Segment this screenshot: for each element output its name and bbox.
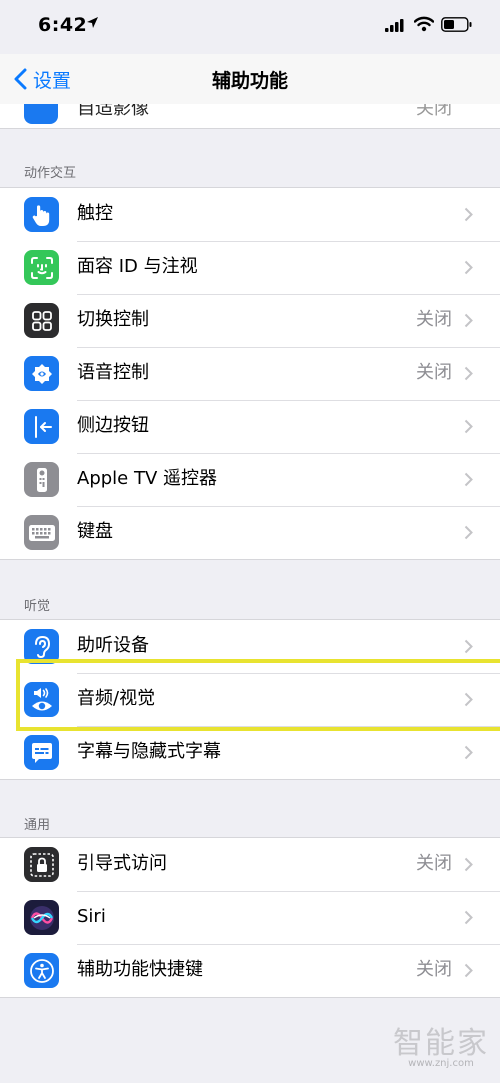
siri-icon [24, 900, 59, 935]
watermark: 智能家 www.znj.com [386, 1018, 496, 1069]
adaptive-media-icon [24, 104, 58, 124]
chevron-right-icon [464, 313, 473, 328]
touch-hand-icon [24, 197, 59, 232]
settings-row-hearing-devices[interactable]: 助听设备 [0, 620, 500, 673]
chevron-right-icon [464, 472, 473, 487]
chevron-right-icon [464, 857, 473, 872]
row-label: 侧边按钮 [77, 415, 149, 436]
settings-group-interaction: 触控 面容 ID 与注视 切换控制 关闭 语音控制 关闭 侧边按钮 Apple … [0, 187, 500, 560]
row-label: 键盘 [77, 521, 113, 542]
wifi-icon [414, 16, 434, 32]
chevron-right-icon [464, 525, 473, 540]
settings-row-accessibility-shortcut[interactable]: 辅助功能快捷键 关闭 [0, 944, 500, 997]
row-label: 切换控制 [77, 309, 149, 330]
keyboard-icon [24, 515, 59, 550]
settings-group-hearing: 助听设备 音频/视觉 字幕与隐藏式字幕 [0, 619, 500, 780]
settings-row-subtitles[interactable]: 字幕与隐藏式字幕 [0, 726, 500, 779]
row-label: 引导式访问 [77, 853, 167, 874]
chevron-right-icon [464, 963, 473, 978]
partial-row-value: 关闭 [416, 104, 452, 119]
audio-visual-icon [24, 682, 59, 717]
chevron-right-icon [464, 366, 473, 381]
settings-row-voice-control[interactable]: 语音控制 关闭 [0, 347, 500, 400]
row-label: 辅助功能快捷键 [77, 959, 203, 980]
row-label: 音频/视觉 [77, 688, 156, 709]
tv-remote-icon [24, 462, 59, 497]
partial-row-label: 自适影像 [77, 104, 149, 119]
chevron-right-icon [464, 207, 473, 222]
side-button-icon [24, 409, 59, 444]
list-item-partial[interactable]: 自适影像 关闭 [0, 104, 500, 129]
subtitles-icon [24, 735, 59, 770]
navigation-bar: 设置 辅助功能 [0, 54, 500, 104]
settings-row-audio-visual[interactable]: 音频/视觉 [0, 673, 500, 726]
settings-row-face-id[interactable]: 面容 ID 与注视 [0, 241, 500, 294]
location-arrow-icon [87, 17, 98, 28]
face-id-icon [24, 250, 59, 285]
section-header-interaction: 动作交互 [24, 166, 77, 181]
settings-row-side-button[interactable]: 侧边按钮 [0, 400, 500, 453]
row-label: 触控 [77, 203, 113, 224]
accessibility-shortcut-icon [24, 953, 59, 988]
row-label: 助听设备 [77, 635, 149, 656]
settings-row-keyboard[interactable]: 键盘 [0, 506, 500, 559]
watermark-logo-text: 智能家 [393, 1026, 489, 1061]
switch-control-icon [24, 303, 59, 338]
row-label: 字幕与隐藏式字幕 [77, 741, 221, 762]
cellular-signal-icon [385, 19, 404, 32]
settings-group-general: 引导式访问 关闭 Siri 辅助功能快捷键 关闭 [0, 837, 500, 998]
chevron-right-icon [464, 639, 473, 654]
row-value: 关闭 [416, 853, 452, 874]
settings-row-touch[interactable]: 触控 [0, 188, 500, 241]
chevron-right-icon [464, 745, 473, 760]
section-header-hearing: 听觉 [24, 599, 51, 614]
voice-control-icon [24, 356, 59, 391]
guided-access-icon [24, 847, 59, 882]
settings-row-apple-tv-remote[interactable]: Apple TV 遥控器 [0, 453, 500, 506]
chevron-right-icon [464, 692, 473, 707]
page-title: 辅助功能 [211, 70, 288, 92]
settings-row-siri[interactable]: Siri [0, 891, 500, 944]
row-label: Siri [77, 906, 106, 927]
ear-icon [24, 629, 59, 664]
row-value: 关闭 [416, 362, 452, 383]
chevron-right-icon [464, 419, 473, 434]
row-value: 关闭 [416, 959, 452, 980]
row-value: 关闭 [416, 309, 452, 330]
section-header-general: 通用 [24, 818, 51, 833]
row-label: Apple TV 遥控器 [77, 468, 217, 489]
status-bar: 6:42 [0, 0, 500, 54]
chevron-right-icon [464, 260, 473, 275]
chevron-right-icon [464, 910, 473, 925]
row-label: 面容 ID 与注视 [77, 256, 198, 277]
status-time: 6:42 [38, 14, 88, 36]
battery-icon [441, 17, 472, 32]
row-label: 语音控制 [77, 362, 149, 383]
settings-row-switch-control[interactable]: 切换控制 关闭 [0, 294, 500, 347]
settings-row-guided-access[interactable]: 引导式访问 关闭 [0, 838, 500, 891]
